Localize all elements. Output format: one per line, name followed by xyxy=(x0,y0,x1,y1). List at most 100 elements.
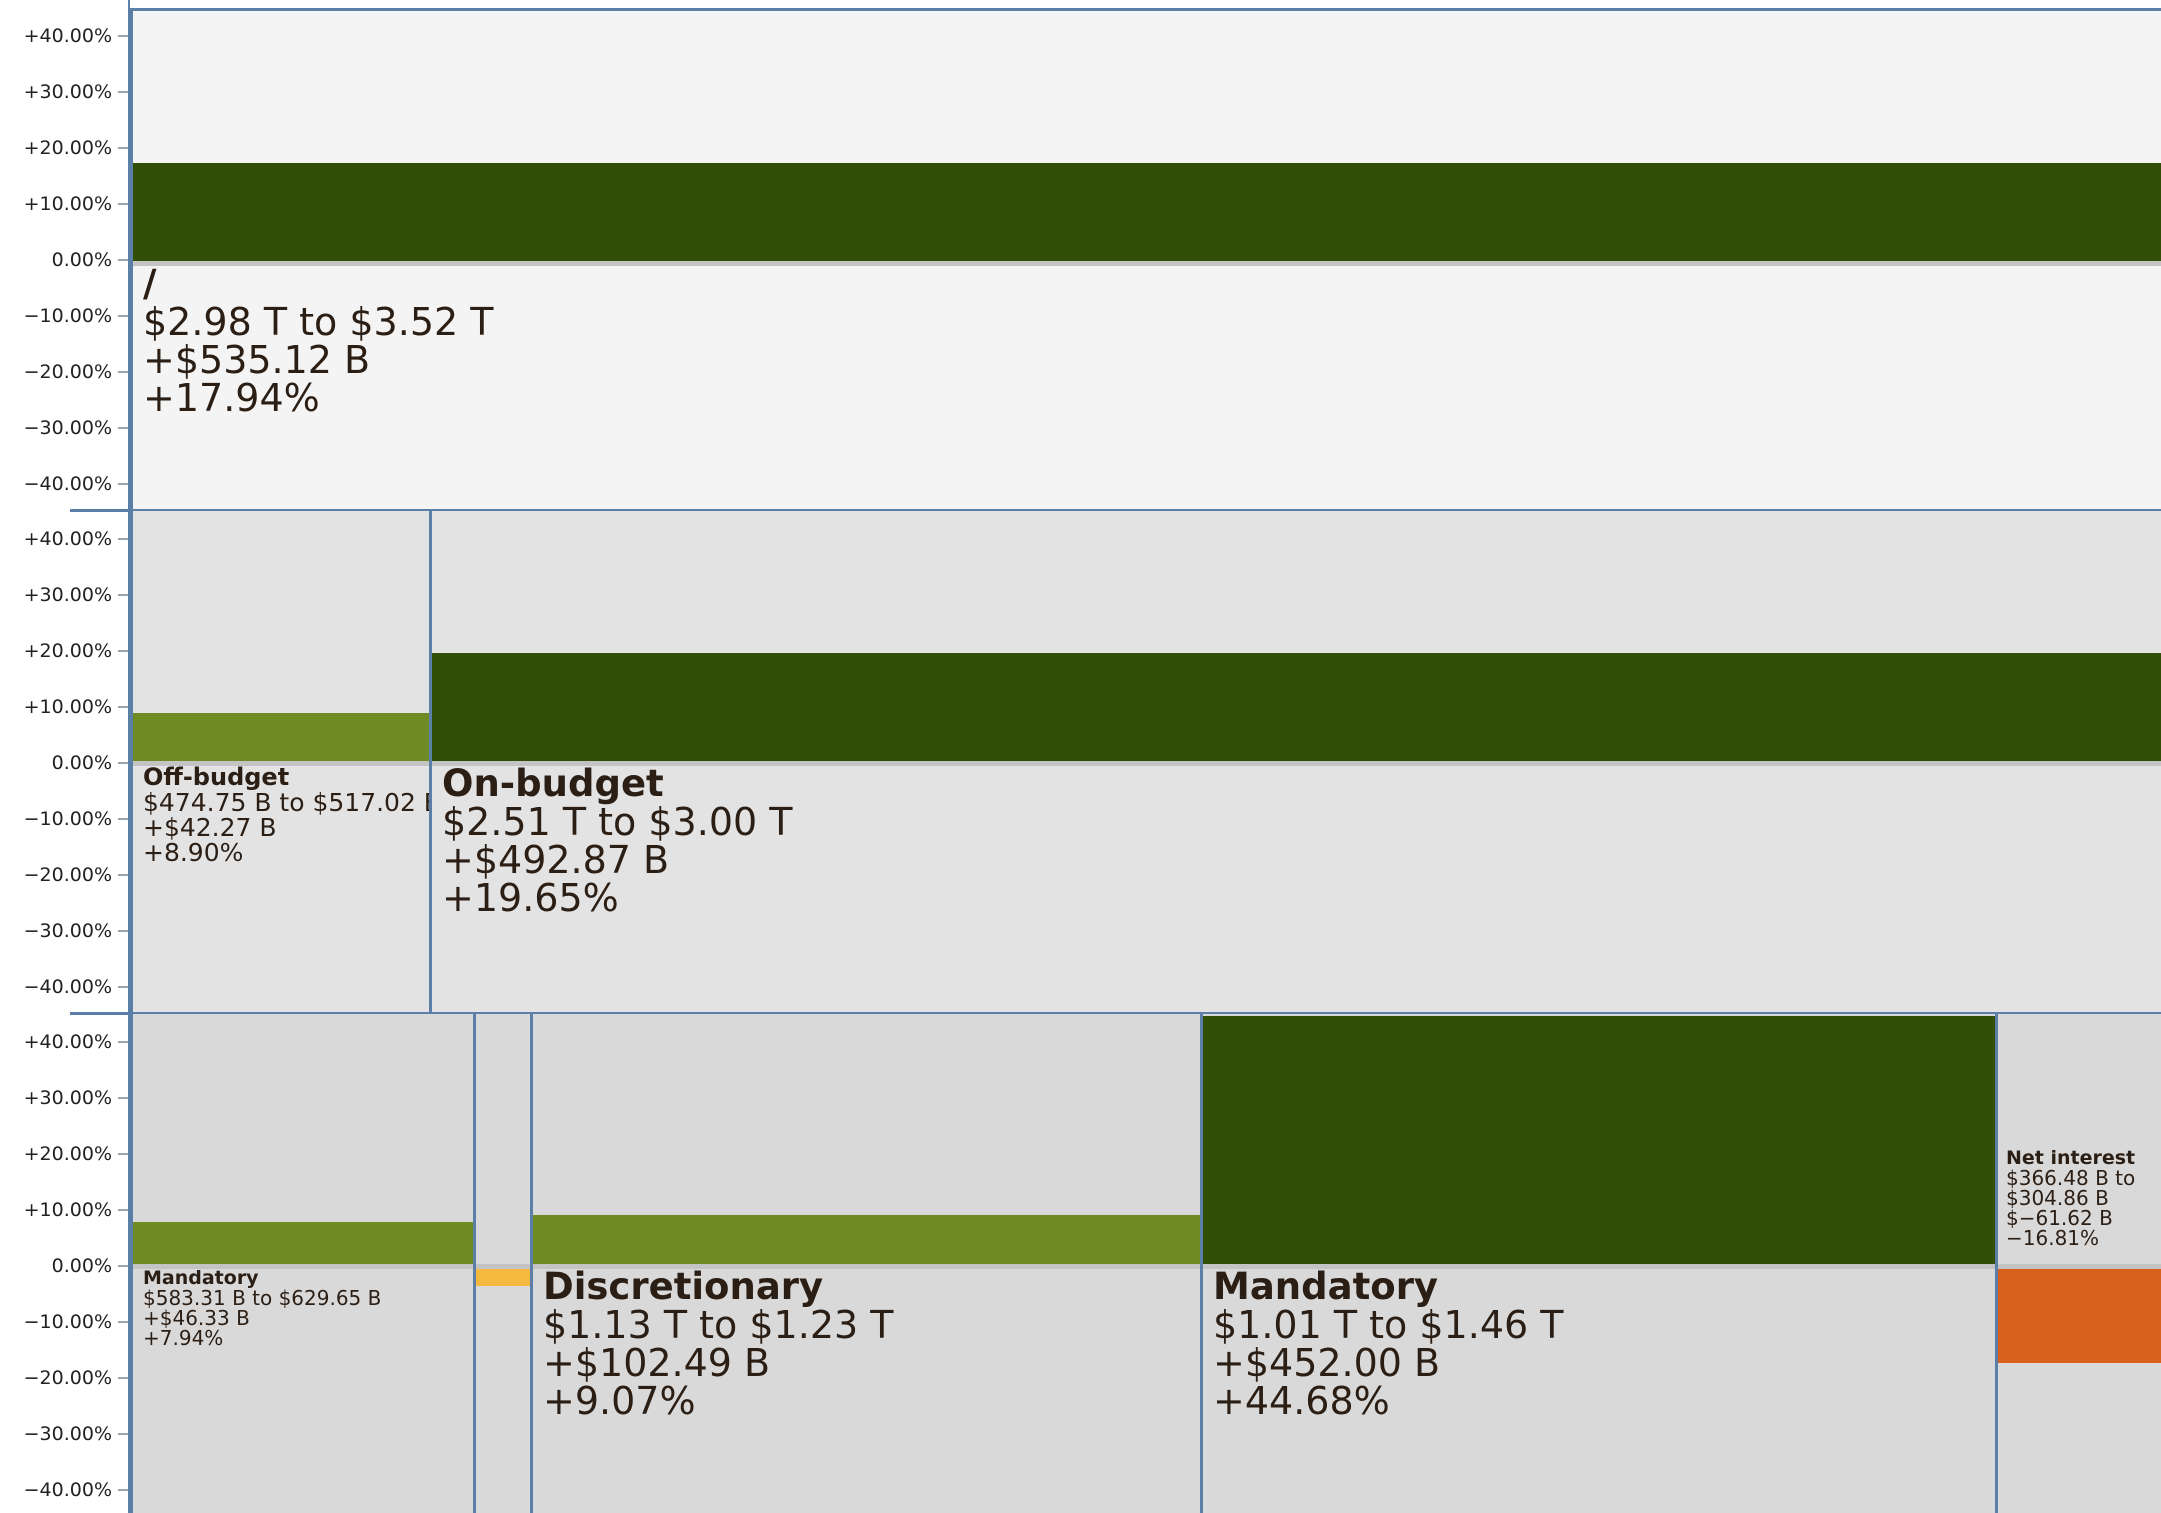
y-tick-mark xyxy=(118,930,128,932)
zero-line xyxy=(1998,1264,2161,1269)
cell-range: $1.13 T to $1.23 T xyxy=(543,1303,894,1347)
y-tick-mark xyxy=(118,594,128,596)
y-tick-mark xyxy=(118,1265,128,1267)
cell-percent: +9.07% xyxy=(543,1379,696,1423)
value-bar xyxy=(133,713,429,763)
y-tick-label: −30.00% xyxy=(23,1423,112,1445)
y-tick-mark xyxy=(118,1321,128,1323)
y-tick-mark xyxy=(118,874,128,876)
y-tick-label: +20.00% xyxy=(23,1143,112,1165)
y-tick-mark xyxy=(118,986,128,988)
cell-change: $−61.62 B xyxy=(2006,1206,2113,1230)
category-cell[interactable]: On-budget $2.51 T to $3.00 T +$492.87 B +19… xyxy=(429,511,2161,1013)
cell-range: $304.86 B xyxy=(2006,1186,2109,1210)
cell-label: Discretionary $1.13 T to $1.23 T +$102.49 … xyxy=(543,1265,894,1423)
y-tick-mark xyxy=(118,762,128,764)
cell-change: +$42.27 B xyxy=(143,813,277,842)
y-tick-label: −10.00% xyxy=(23,808,112,830)
category-cell[interactable]: / $2.98 T to $3.52 T +$535.12 B +17.94% xyxy=(130,8,2161,510)
y-tick-label: −30.00% xyxy=(23,417,112,439)
y-tick-label: +10.00% xyxy=(23,193,112,215)
y-tick-label: −30.00% xyxy=(23,920,112,942)
cell-range: $583.31 B to $629.65 B xyxy=(143,1286,382,1310)
y-tick-mark xyxy=(118,1433,128,1435)
y-tick-mark xyxy=(118,371,128,373)
y-tick-label: −10.00% xyxy=(23,305,112,327)
cell-change: +$102.49 B xyxy=(543,1341,771,1385)
category-cell[interactable] xyxy=(473,1014,530,1513)
cell-range: $2.51 T to $3.00 T xyxy=(442,800,793,844)
cell-name: Off-budget xyxy=(143,763,290,791)
cell-name: Mandatory xyxy=(1213,1265,1439,1308)
cell-label: On-budget $2.51 T to $3.00 T +$492.87 B +19… xyxy=(442,762,793,920)
treemap-bar-chart: +40.00% +30.00% +20.00% +10.00% 0.00% −10.00%… xyxy=(0,0,2161,1513)
cell-name: / xyxy=(143,262,157,305)
cell-range: $474.75 B to $517.02 B xyxy=(143,788,429,817)
value-bar xyxy=(1203,1015,1995,1266)
y-tick-mark xyxy=(118,147,128,149)
cell-percent: +44.68% xyxy=(1213,1379,1390,1423)
y-tick-mark xyxy=(118,203,128,205)
cell-change: +$492.87 B xyxy=(442,838,670,882)
y-tick-label: +20.00% xyxy=(23,640,112,662)
y-tick-mark xyxy=(118,1041,128,1043)
y-tick-mark xyxy=(118,706,128,708)
category-cell[interactable]: Discretionary $1.13 T to $1.23 T +$102.49 … xyxy=(530,1014,1200,1513)
y-tick-mark xyxy=(118,91,128,93)
y-tick-mark xyxy=(118,259,128,261)
y-tick-label: +20.00% xyxy=(23,137,112,159)
cell-range: $366.48 B to xyxy=(2006,1166,2136,1190)
y-tick-mark xyxy=(118,483,128,485)
cell-label: / $2.98 T to $3.52 T +$535.12 B +17.94% xyxy=(143,262,494,420)
y-tick-label: −40.00% xyxy=(23,976,112,998)
cell-name: On-budget xyxy=(442,762,664,805)
cell-name: Mandatory xyxy=(143,1267,259,1289)
cell-change: +$535.12 B xyxy=(143,338,371,382)
y-tick-mark xyxy=(118,1209,128,1211)
y-tick-label: 0.00% xyxy=(51,249,112,271)
y-tick-label: +40.00% xyxy=(23,25,112,47)
zero-line xyxy=(476,1264,530,1269)
y-tick-mark xyxy=(118,1097,128,1099)
cell-change: +$46.33 B xyxy=(143,1306,250,1330)
y-tick-label: +40.00% xyxy=(23,528,112,550)
y-tick-label: −20.00% xyxy=(23,361,112,383)
category-cell[interactable]: Mandatory $583.31 B to $629.65 B +$46.33 B… xyxy=(130,1014,473,1513)
y-tick-mark xyxy=(118,1153,128,1155)
y-tick-label: +10.00% xyxy=(23,696,112,718)
y-tick-label: −20.00% xyxy=(23,1367,112,1389)
y-tick-label: −10.00% xyxy=(23,1311,112,1333)
cell-percent: +17.94% xyxy=(143,376,320,420)
y-tick-label: −20.00% xyxy=(23,864,112,886)
y-tick-label: +30.00% xyxy=(23,1087,112,1109)
cell-percent: +19.65% xyxy=(442,876,619,920)
cell-percent: +7.94% xyxy=(143,1326,224,1350)
cell-change: +$452.00 B xyxy=(1213,1341,1441,1385)
y-tick-label: +10.00% xyxy=(23,1199,112,1221)
value-bar xyxy=(432,652,2161,763)
value-bar xyxy=(476,1269,530,1286)
cell-percent: −16.81% xyxy=(2006,1226,2100,1250)
cell-name: Net interest xyxy=(2006,1147,2136,1169)
cell-percent: +8.90% xyxy=(143,838,244,867)
y-tick-mark xyxy=(118,818,128,820)
cell-label: Mandatory $1.01 T to $1.46 T +$452.00 B +44… xyxy=(1213,1265,1563,1423)
category-cell[interactable]: Off-budget $474.75 B to $517.02 B +$42.27 … xyxy=(130,511,429,1013)
y-tick-label: +30.00% xyxy=(23,81,112,103)
category-cell[interactable]: Net interest $366.48 B to $304.86 B $−61.62… xyxy=(1995,1014,2161,1513)
y-tick-mark xyxy=(118,650,128,652)
y-tick-label: −40.00% xyxy=(23,1479,112,1501)
y-tick-mark xyxy=(118,538,128,540)
cell-label: Mandatory $583.31 B to $629.65 B +$46.33 B… xyxy=(143,1268,381,1348)
y-tick-label: +40.00% xyxy=(23,1031,112,1053)
y-tick-mark xyxy=(118,1489,128,1491)
y-tick-mark xyxy=(118,427,128,429)
y-tick-mark xyxy=(118,35,128,37)
y-tick-label: +30.00% xyxy=(23,584,112,606)
category-cell[interactable]: Mandatory $1.01 T to $1.46 T +$452.00 B +44… xyxy=(1200,1014,1995,1513)
y-tick-mark xyxy=(118,1377,128,1379)
cell-name: Discretionary xyxy=(543,1265,824,1308)
cell-label: Net interest $366.48 B to $304.86 B $−61.62… xyxy=(2006,1148,2135,1248)
y-tick-label: −40.00% xyxy=(23,473,112,495)
cell-range: $2.98 T to $3.52 T xyxy=(143,300,494,344)
